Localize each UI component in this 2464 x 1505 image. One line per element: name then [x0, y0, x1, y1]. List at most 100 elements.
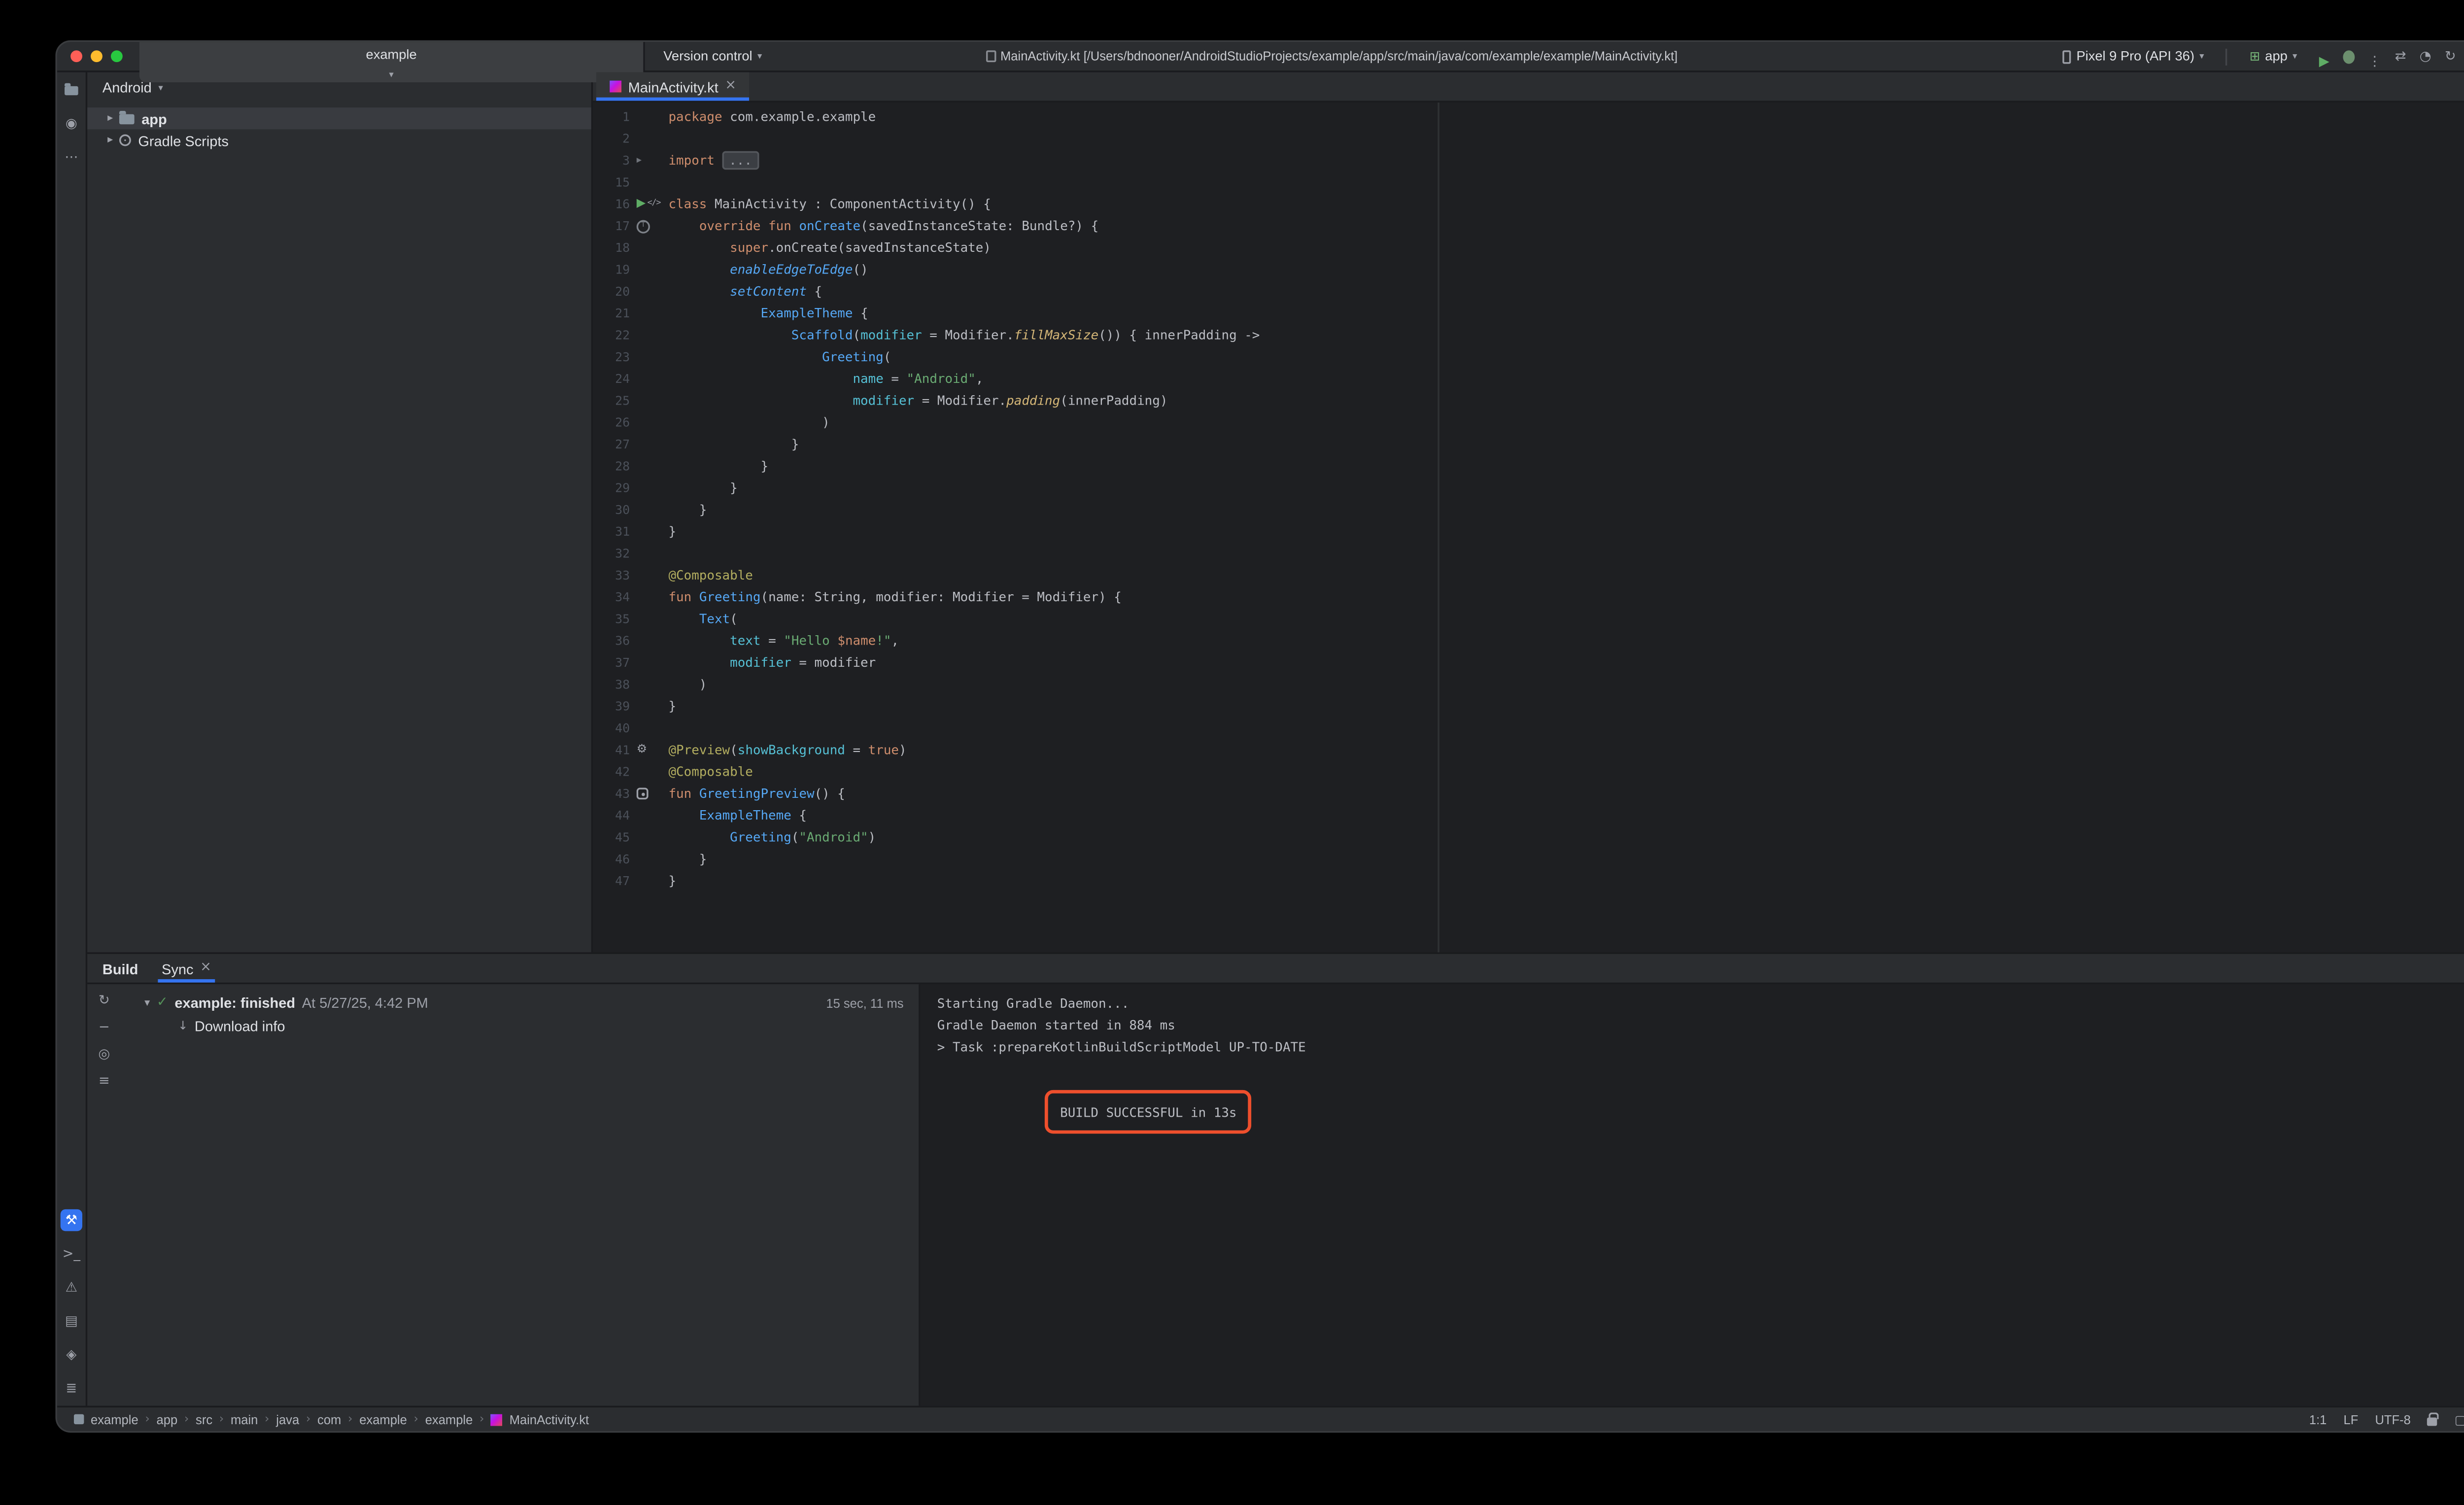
breadcrumb-item[interactable]: MainActivity.kt — [510, 1412, 589, 1427]
code-line[interactable]: 30 } — [593, 499, 2464, 520]
line-number[interactable]: 29 — [593, 477, 630, 499]
code-line[interactable]: 42@Composable — [593, 761, 2464, 783]
code-line[interactable]: 33@Composable — [593, 564, 2464, 586]
code-line[interactable]: 45 Greeting("Android") — [593, 826, 2464, 848]
logcat-icon[interactable]: ▤ — [61, 1310, 82, 1332]
more-actions-button[interactable] — [2368, 43, 2381, 70]
gutter[interactable] — [630, 237, 668, 259]
line-number[interactable]: 44 — [593, 805, 630, 826]
line-number[interactable]: 1 — [593, 106, 630, 128]
line-number[interactable]: 28 — [593, 455, 630, 477]
project-switcher[interactable]: example — [139, 40, 645, 83]
gutter[interactable] — [630, 586, 668, 608]
compose-preview-icon[interactable] — [637, 787, 649, 799]
todo-icon[interactable]: ≣ — [61, 1377, 82, 1399]
line-separator[interactable]: LF — [2344, 1412, 2359, 1427]
screen-reader-icon[interactable]: ▢ — [2454, 1412, 2464, 1427]
sync-status-icon[interactable]: ↻ — [2445, 49, 2456, 64]
sidebar-item-gradle-scripts[interactable]: Gradle Scripts — [87, 129, 591, 151]
line-number[interactable]: 19 — [593, 259, 630, 280]
build-icon[interactable]: ⚒ — [61, 1209, 82, 1231]
code-line[interactable]: 38 ) — [593, 674, 2464, 695]
gutter[interactable] — [630, 259, 668, 280]
code-line[interactable]: 15 — [593, 171, 2464, 193]
code-line[interactable]: 24 name = "Android", — [593, 368, 2464, 389]
gutter[interactable] — [630, 521, 668, 543]
gutter[interactable] — [630, 761, 668, 783]
pin-icon[interactable]: ◎ — [98, 1046, 110, 1061]
line-number[interactable]: 24 — [593, 368, 630, 389]
code-line[interactable]: 44 ExampleTheme { — [593, 805, 2464, 826]
run-button[interactable] — [2319, 43, 2329, 70]
line-number[interactable]: 46 — [593, 848, 630, 870]
breadcrumb-item[interactable]: com — [317, 1412, 341, 1427]
line-number[interactable]: 16 — [593, 193, 630, 215]
breadcrumb-item[interactable]: java — [276, 1412, 299, 1427]
code-line[interactable]: 17↑ override fun onCreate(savedInstanceS… — [593, 215, 2464, 237]
gutter[interactable] — [630, 783, 668, 804]
gutter[interactable]: ⚙ — [630, 739, 668, 761]
build-result-row[interactable]: example: finished At 5/27/25, 4:42 PM 15… — [121, 991, 919, 1015]
code-line[interactable]: 3▸import ... — [593, 149, 2464, 171]
gutter[interactable] — [630, 870, 668, 891]
line-number[interactable]: 23 — [593, 346, 630, 368]
code-line[interactable]: 2 — [593, 128, 2464, 149]
line-number[interactable]: 45 — [593, 826, 630, 848]
gutter[interactable] — [630, 302, 668, 324]
version-control-icon[interactable]: ◈ — [61, 1344, 82, 1366]
collapse-all-icon[interactable]: − — [99, 1020, 110, 1035]
code-line[interactable]: 31} — [593, 521, 2464, 543]
line-number[interactable]: 47 — [593, 870, 630, 891]
line-number[interactable]: 22 — [593, 324, 630, 346]
tab-mainactivity[interactable]: MainActivity.kt — [596, 72, 750, 101]
line-number[interactable]: 39 — [593, 695, 630, 717]
line-number[interactable]: 37 — [593, 651, 630, 673]
minimize-window-button[interactable] — [91, 50, 103, 62]
line-number[interactable]: 40 — [593, 717, 630, 739]
line-number[interactable]: 26 — [593, 411, 630, 433]
chevron-down-icon[interactable] — [144, 995, 150, 1010]
file-encoding[interactable]: UTF-8 — [2375, 1412, 2410, 1427]
line-number[interactable]: 43 — [593, 783, 630, 804]
profiler-icon[interactable]: ◔ — [2420, 49, 2431, 64]
close-tab-icon[interactable] — [725, 79, 736, 94]
breadcrumb-item[interactable]: src — [196, 1412, 212, 1427]
code-line[interactable]: 18 super.onCreate(savedInstanceState) — [593, 237, 2464, 259]
gutter[interactable] — [630, 848, 668, 870]
gutter[interactable] — [630, 717, 668, 739]
code-line[interactable]: 40 — [593, 717, 2464, 739]
gutter[interactable] — [630, 674, 668, 695]
gutter[interactable]: ▸ — [630, 149, 668, 171]
close-window-button[interactable] — [70, 50, 82, 62]
problems-icon[interactable]: ⚠ — [61, 1276, 82, 1298]
code-line[interactable]: 25 modifier = Modifier.padding(innerPadd… — [593, 390, 2464, 411]
code-line[interactable]: 21 ExampleTheme { — [593, 302, 2464, 324]
gutter[interactable] — [630, 390, 668, 411]
line-number[interactable]: 33 — [593, 564, 630, 586]
code-line[interactable]: 16▶</>class MainActivity : ComponentActi… — [593, 193, 2464, 215]
gutter[interactable] — [630, 695, 668, 717]
line-number[interactable]: 30 — [593, 499, 630, 520]
code-line[interactable]: 19 enableEdgeToEdge() — [593, 259, 2464, 280]
line-number[interactable]: 41 — [593, 739, 630, 761]
gutter[interactable] — [630, 433, 668, 455]
gutter[interactable] — [630, 564, 668, 586]
code-line[interactable]: 37 modifier = modifier — [593, 651, 2464, 673]
line-number[interactable]: 35 — [593, 608, 630, 630]
close-tab-icon[interactable] — [200, 961, 211, 975]
more-tool-windows-icon[interactable]: ⋯ — [61, 146, 82, 168]
line-number[interactable]: 31 — [593, 521, 630, 543]
gutter[interactable] — [630, 826, 668, 848]
code-line[interactable]: 22 Scaffold(modifier = Modifier.fillMaxS… — [593, 324, 2464, 346]
line-number[interactable]: 32 — [593, 543, 630, 564]
code-line[interactable]: 35 Text( — [593, 608, 2464, 630]
code-line[interactable]: 46 } — [593, 848, 2464, 870]
line-number[interactable]: 42 — [593, 761, 630, 783]
gutter[interactable] — [630, 651, 668, 673]
line-number[interactable]: 17 — [593, 215, 630, 237]
project-folder-icon[interactable] — [61, 79, 82, 101]
line-number[interactable]: 34 — [593, 586, 630, 608]
device-selector[interactable]: Pixel 9 Pro (API 36) — [2054, 47, 2212, 65]
code-editor[interactable]: 1package com.example.example23▸import ..… — [593, 103, 2464, 892]
sidebar-item-app[interactable]: app — [87, 107, 591, 129]
